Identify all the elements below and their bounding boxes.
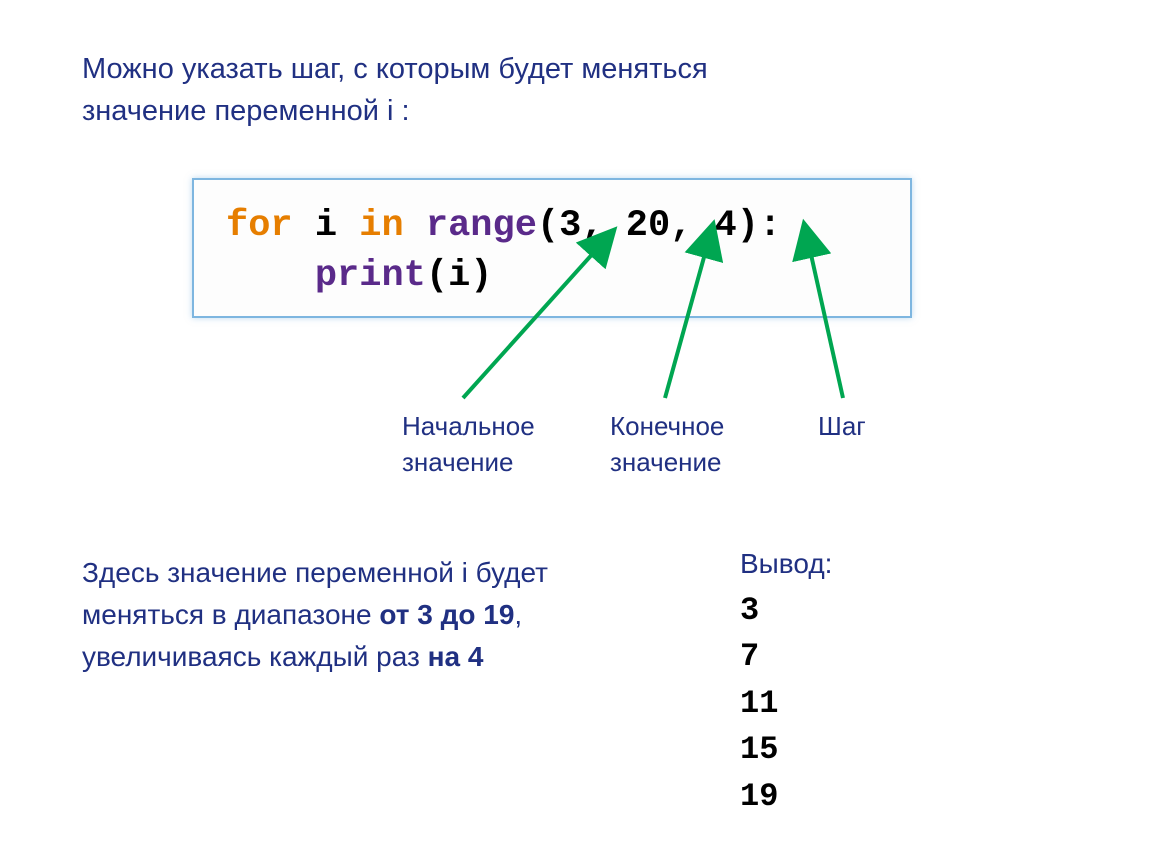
label-end: Конечное значение [610, 408, 780, 481]
arrow-end [665, 250, 706, 398]
desc-bold2: на 4 [428, 641, 484, 672]
output-block: Вывод: 3 7 11 15 19 [740, 548, 940, 820]
arrow-start [463, 250, 596, 398]
arrow-step [810, 250, 843, 398]
description-text: Здесь значение переменной i будет менять… [82, 552, 642, 678]
output-value: 15 [740, 727, 940, 773]
output-title: Вывод: [740, 548, 940, 580]
label-step: Шаг [818, 408, 918, 444]
output-value: 19 [740, 774, 940, 820]
desc-bold1: от 3 до 19 [379, 599, 514, 630]
label-start: Начальное значение [402, 408, 572, 481]
output-value: 11 [740, 681, 940, 727]
output-value: 3 [740, 588, 940, 634]
output-value: 7 [740, 634, 940, 680]
arrow-diagram [0, 0, 1150, 864]
